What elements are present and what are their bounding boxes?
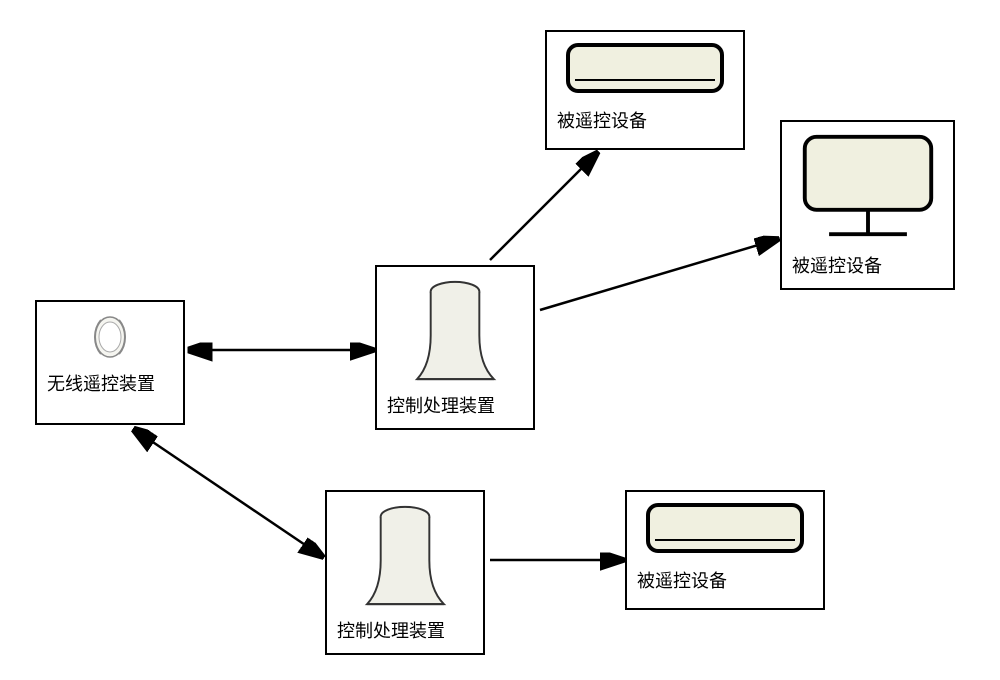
remote-controlled-device-bottom-box: 被遥控设备: [625, 490, 825, 610]
wireless-remote-device-box: 无线遥控装置: [35, 300, 185, 425]
control-processing-device-top-box: 控制处理装置: [375, 265, 535, 430]
device-bottom-label: 被遥控设备: [637, 567, 727, 593]
control-processing-device-bottom-box: 控制处理装置: [325, 490, 485, 655]
arrow-control-top-to-device-middle: [540, 240, 775, 310]
cylinder-icon: [408, 277, 503, 384]
arrow-control-top-to-device-top: [490, 155, 595, 260]
wireless-remote-label: 无线遥控装置: [47, 370, 155, 396]
ac-unit-icon: [645, 502, 805, 554]
remote-controlled-device-top-box: 被遥控设备: [545, 30, 745, 150]
smartwatch-icon: [89, 312, 131, 362]
remote-controlled-device-middle-box: 被遥控设备: [780, 120, 955, 290]
control-processing-bottom-label: 控制处理装置: [337, 617, 445, 643]
device-top-label: 被遥控设备: [557, 107, 647, 133]
arrow-remote-to-control-bottom: [135, 430, 320, 555]
device-middle-label: 被遥控设备: [792, 252, 882, 278]
ac-unit-icon: [565, 42, 725, 94]
control-processing-top-label: 控制处理装置: [387, 392, 495, 418]
cylinder-icon: [358, 502, 453, 609]
tv-icon: [798, 132, 938, 239]
